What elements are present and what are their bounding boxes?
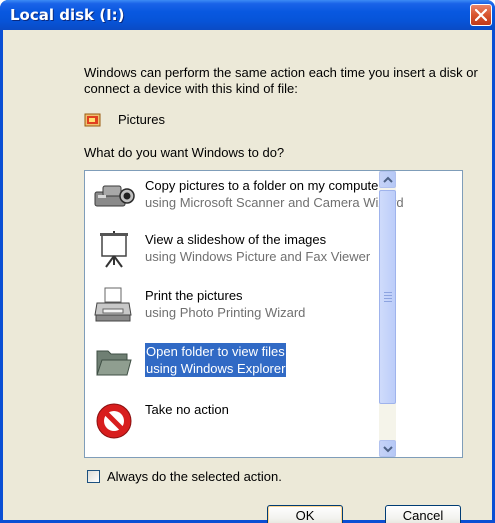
action-subtitle: using Photo Printing Wizard [145, 305, 306, 320]
action-text: View a slideshow of the images using Win… [145, 231, 370, 265]
action-subtitle: using Microsoft Scanner and Camera Wizar… [145, 195, 404, 210]
close-button[interactable] [470, 4, 492, 26]
pictures-icon [84, 113, 101, 127]
action-title: Print the pictures [145, 288, 243, 303]
action-text: Copy pictures to a folder on my computer… [145, 177, 404, 211]
action-text: Open folder to view files using Windows … [145, 343, 287, 377]
chevron-up-icon [383, 176, 393, 183]
action-title: View a slideshow of the images [145, 232, 327, 247]
action-listbox[interactable]: Copy pictures to a folder on my computer… [84, 170, 463, 458]
action-text: Print the pictures using Photo Printing … [145, 287, 305, 321]
grip-line [384, 298, 392, 299]
listbox-scrollbar[interactable] [379, 171, 396, 457]
scroll-up-button[interactable] [379, 171, 396, 188]
action-title: Take no action [145, 402, 229, 417]
folder-icon [96, 350, 132, 376]
action-text: Take no action [145, 401, 229, 418]
grip-line [384, 295, 392, 296]
slideshow-icon [100, 231, 128, 268]
action-title: Open folder to view files [145, 343, 286, 360]
scroll-down-button[interactable] [379, 440, 396, 457]
cancel-button[interactable]: Cancel [385, 505, 461, 523]
camera-icon [94, 185, 135, 207]
no-action-icon [96, 403, 132, 439]
printer-icon [94, 287, 132, 322]
dialog-window: Local disk (I:) Windows can perform the … [0, 0, 495, 523]
dialog-description: Windows can perform the same action each… [84, 65, 478, 96]
always-do-label[interactable]: Always do the selected action. [107, 469, 282, 484]
action-title: Copy pictures to a folder on my computer [145, 178, 383, 193]
grip-line [384, 292, 392, 293]
grip-line [384, 301, 392, 302]
question-label: What do you want Windows to do? [84, 145, 285, 160]
action-subtitle: using Windows Picture and Fax Viewer [145, 249, 371, 264]
always-do-checkbox[interactable] [87, 470, 100, 483]
scroll-thumb[interactable] [379, 190, 396, 404]
content-type-label: Pictures [118, 112, 165, 127]
action-subtitle: using Windows Explorer [145, 360, 287, 377]
close-icon [475, 9, 487, 21]
dialog-body: Windows can perform the same action each… [3, 30, 492, 523]
ok-button[interactable]: OK [267, 505, 343, 523]
window-title: Local disk (I:) [10, 6, 125, 24]
chevron-down-icon [383, 446, 393, 453]
title-bar[interactable]: Local disk (I:) [0, 0, 495, 30]
